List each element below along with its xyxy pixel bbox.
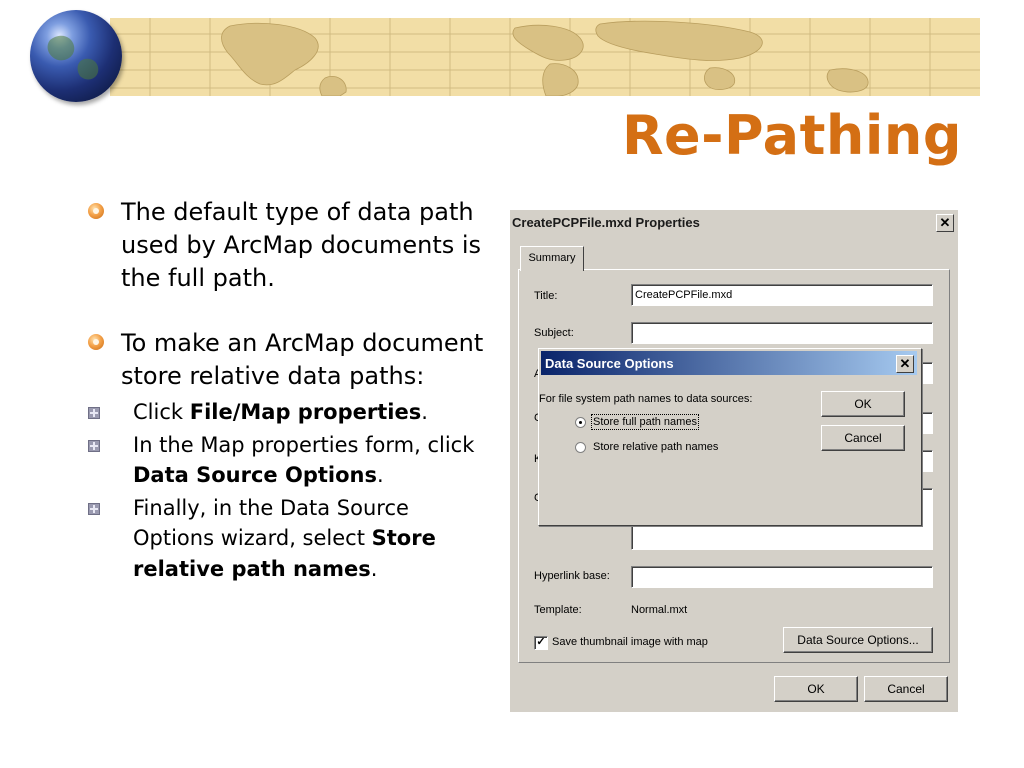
globe-logo — [30, 10, 122, 102]
template-label: Template: — [534, 604, 582, 616]
bullet-dot-icon — [88, 334, 104, 350]
properties-dialog-titlebar: CreatePCPFile.mxd Properties ✕ — [510, 210, 958, 237]
sub-bullet-list: Click File/Map properties. In the Map pr… — [88, 397, 488, 584]
data-source-dialog-titlebar: Data Source Options ✕ — [541, 351, 917, 375]
template-value: Normal.mxt — [631, 604, 688, 616]
sub-bullet-square-icon — [88, 502, 100, 515]
sub-bullet-text: Finally, in the Data Source Options wiza… — [133, 495, 409, 551]
store-relative-path-label[interactable]: Store relative path names — [593, 441, 718, 453]
header-map-band — [110, 18, 980, 96]
sub-bullet-square-icon — [88, 439, 100, 452]
properties-dialog-title: CreatePCPFile.mxd Properties — [512, 215, 700, 230]
ok-button[interactable]: OK — [774, 676, 858, 702]
sub-bullet-bold-text: Data Source Options — [133, 463, 377, 487]
close-icon[interactable]: ✕ — [896, 355, 914, 373]
bullet-item: To make an ArcMap document store relativ… — [88, 327, 488, 393]
world-map-graphic — [110, 18, 980, 96]
subject-label: Subject: — [534, 327, 574, 339]
thumbnail-label: Save thumbnail image with map — [552, 636, 708, 648]
tab-summary[interactable]: Summary — [520, 246, 584, 271]
cancel-button[interactable]: Cancel — [864, 676, 948, 702]
slide-title: Re-Pathing — [621, 104, 962, 167]
ds-cancel-button[interactable]: Cancel — [821, 425, 905, 451]
title-field[interactable]: CreatePCPFile.mxd — [631, 284, 933, 306]
sub-bullet-text: . — [370, 556, 378, 581]
bullet-text: To make an ArcMap document store relativ… — [121, 329, 484, 390]
store-relative-path-radio[interactable] — [575, 442, 586, 453]
store-full-path-label[interactable]: Store full path names — [591, 414, 699, 430]
sub-bullet-text: . — [421, 400, 428, 424]
thumbnail-checkbox[interactable]: ✓ — [534, 636, 548, 650]
hyperlink-base-label: Hyperlink base: — [534, 570, 610, 582]
ds-ok-button[interactable]: OK — [821, 391, 905, 417]
store-full-path-radio[interactable] — [575, 417, 586, 428]
data-source-options-dialog: Data Source Options ✕ For file system pa… — [538, 348, 922, 526]
close-icon[interactable]: ✕ — [936, 214, 954, 232]
bullet-list: The default type of data path used by Ar… — [88, 196, 488, 586]
data-source-dialog-title: Data Source Options — [545, 356, 674, 371]
sub-bullet-square-icon — [88, 407, 100, 419]
bullet-text: The default type of data path used by Ar… — [121, 198, 482, 292]
sub-bullet-text: . — [376, 463, 384, 487]
sub-bullet-text: Click — [133, 400, 190, 424]
data-source-options-button[interactable]: Data Source Options... — [783, 627, 933, 653]
sub-bullet-item: Click File/Map properties. — [88, 397, 488, 428]
path-names-description: For file system path names to data sourc… — [539, 393, 753, 405]
bullet-dot-icon — [88, 203, 104, 219]
sub-bullet-text: In the Map properties form, click — [133, 432, 475, 457]
hyperlink-base-field[interactable] — [631, 566, 933, 588]
bullet-item: The default type of data path used by Ar… — [88, 196, 488, 295]
subject-field[interactable] — [631, 322, 933, 344]
title-label: Title: — [534, 290, 558, 302]
sub-bullet-item: In the Map properties form, click Data S… — [88, 430, 488, 491]
sub-bullet-item: Finally, in the Data Source Options wiza… — [88, 493, 488, 585]
sub-bullet-bold-text: File/Map properties — [189, 400, 422, 424]
